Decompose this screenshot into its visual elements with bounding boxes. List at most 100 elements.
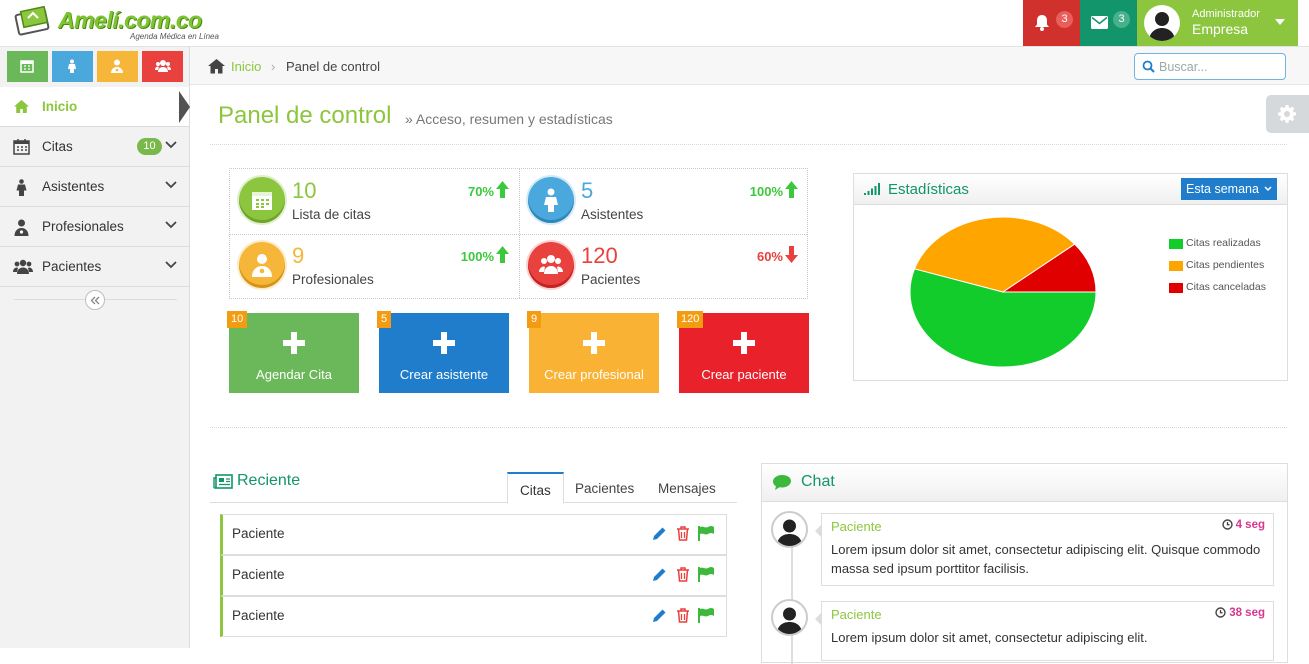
tab-citas[interactable]: Citas: [507, 472, 564, 504]
avatar: [1144, 5, 1180, 41]
chevron-down-icon: [165, 181, 177, 189]
statistics-panel: Estadísticas Esta semana Citas realizada…: [853, 173, 1288, 381]
edit-pencil-icon[interactable]: [652, 608, 667, 623]
doctor-icon: [111, 59, 123, 73]
crear-paciente-button[interactable]: 120 Crear paciente: [677, 311, 809, 393]
agendar-cita-button[interactable]: 10 Agendar Cita: [227, 311, 359, 393]
stat-value: 5: [581, 178, 594, 203]
edit-pencil-icon[interactable]: [652, 526, 667, 541]
flag-icon[interactable]: [698, 608, 715, 623]
user-avatar-icon: [777, 519, 802, 546]
action-count-badge: 9: [527, 311, 542, 328]
user-menu[interactable]: Administrador Empresa: [1137, 0, 1298, 46]
stat-profesionales[interactable]: 9 Profesionales 100%: [230, 234, 519, 299]
caret-down-icon: [1275, 19, 1285, 25]
double-chevron-left-icon: [90, 296, 100, 305]
legend-swatch: [1169, 283, 1183, 293]
chat-timestamp: 4 seg: [1221, 519, 1265, 531]
shortcut-patients-button[interactable]: [142, 51, 183, 82]
sidebar-item-label: Citas: [42, 139, 73, 154]
shortcut-doctor-button[interactable]: [97, 51, 138, 82]
home-icon[interactable]: [207, 58, 226, 74]
notifications-count: 3: [1056, 11, 1073, 28]
patients-icon: [539, 255, 563, 274]
gear-icon: [1278, 105, 1296, 123]
sidebar-item-pacientes[interactable]: Pacientes: [0, 247, 189, 287]
sidebar-item-asistentes[interactable]: Asistentes: [0, 167, 189, 207]
sidebar-collapse-button[interactable]: [85, 290, 105, 310]
stat-icon-circle: [528, 177, 574, 223]
search-input[interactable]: [1159, 58, 1279, 75]
calendar-icon: [13, 139, 30, 155]
settings-button[interactable]: [1266, 95, 1309, 133]
edit-pencil-icon[interactable]: [652, 567, 667, 582]
section-divider: [210, 144, 1287, 145]
stat-icon-circle: [239, 242, 285, 288]
tab-pacientes[interactable]: Pacientes: [563, 472, 646, 504]
list-item[interactable]: Paciente: [220, 596, 727, 637]
citas-count-badge: 10: [137, 138, 162, 155]
stat-percent: 70%: [467, 184, 494, 199]
pie-chart: [909, 216, 1097, 368]
stat-asistentes[interactable]: 5 Asistentes 100%: [519, 169, 808, 234]
shortcut-calendar-button[interactable]: [7, 51, 48, 82]
chat-time-text: 4 seg: [1235, 519, 1265, 531]
chat-sender[interactable]: Paciente: [831, 607, 882, 622]
sidebar-item-label: Inicio: [42, 99, 78, 114]
chat-message: Paciente 38 seg Lorem ipsum dolor sit am…: [815, 601, 1274, 661]
brand-logo[interactable]: Amelí.com.co Agenda Médica en Línea: [14, 6, 244, 41]
arrow-up-icon: [496, 246, 509, 263]
stat-percent: 100%: [749, 184, 783, 199]
action-count-badge: 5: [377, 311, 392, 328]
flag-icon[interactable]: [698, 567, 715, 582]
crear-profesional-button[interactable]: 9 Crear profesional: [527, 311, 659, 393]
statistics-header: Estadísticas Esta semana: [854, 174, 1287, 205]
arrow-up-icon: [785, 181, 798, 198]
chevron-down-icon: [165, 141, 177, 149]
stat-percent: 100%: [460, 249, 494, 264]
sidebar-item-citas[interactable]: Citas 10: [0, 127, 189, 167]
sidebar-shortcuts: [7, 51, 183, 82]
tab-mensajes[interactable]: Mensajes: [646, 472, 728, 504]
home-icon: [14, 100, 29, 113]
calendar-icon: [20, 60, 34, 73]
chat-text: Lorem ipsum dolor sit amet, consectetur …: [831, 542, 1261, 576]
chat-sender[interactable]: Paciente: [831, 519, 882, 534]
chevron-down-icon: [165, 261, 177, 269]
chat-text: Lorem ipsum dolor sit amet, consectetur …: [831, 630, 1148, 645]
arrow-up-icon: [496, 181, 509, 198]
chat-panel: Chat Paciente 4 seg Lorem ipsum dolor si…: [761, 463, 1288, 664]
trash-icon[interactable]: [676, 567, 690, 582]
chat-time-text: 38 seg: [1229, 607, 1265, 619]
crear-asistente-button[interactable]: 5 Crear asistente: [377, 311, 509, 393]
trash-icon[interactable]: [676, 526, 690, 541]
list-item[interactable]: Paciente: [220, 514, 727, 555]
signal-bars-icon: [864, 183, 880, 195]
stat-citas[interactable]: 10 Lista de citas 70%: [230, 169, 519, 234]
messages-button[interactable]: 3: [1080, 0, 1137, 46]
sidebar-item-inicio[interactable]: Inicio: [0, 87, 190, 127]
doctor-icon: [14, 219, 29, 236]
breadcrumb-home-link[interactable]: Inicio: [231, 59, 261, 74]
shortcut-assistant-button[interactable]: [52, 51, 93, 82]
patients-icon: [155, 60, 171, 72]
action-label: Crear profesional: [544, 367, 644, 382]
stat-percent: 60%: [756, 249, 783, 264]
search-box[interactable]: [1134, 53, 1286, 80]
bell-icon: [1035, 15, 1049, 31]
newspaper-icon: [213, 474, 233, 489]
envelope-icon: [1091, 16, 1108, 29]
stat-pacientes[interactable]: 120 Pacientes 60%: [519, 234, 808, 299]
action-label: Agendar Cita: [256, 367, 332, 382]
trash-icon[interactable]: [676, 608, 690, 623]
flag-icon[interactable]: [698, 526, 715, 541]
action-label: Crear paciente: [701, 367, 787, 382]
brand-name: Amelí.com.co: [58, 7, 202, 33]
period-dropdown[interactable]: Esta semana: [1181, 178, 1277, 200]
action-count-badge: 10: [227, 311, 248, 328]
list-item[interactable]: Paciente: [220, 555, 727, 596]
notifications-button[interactable]: 3: [1023, 0, 1080, 46]
list-item-label: Paciente: [232, 567, 285, 582]
sidebar-item-profesionales[interactable]: Profesionales: [0, 207, 189, 247]
recent-header: Reciente Citas Pacientes Mensajes: [210, 465, 737, 504]
